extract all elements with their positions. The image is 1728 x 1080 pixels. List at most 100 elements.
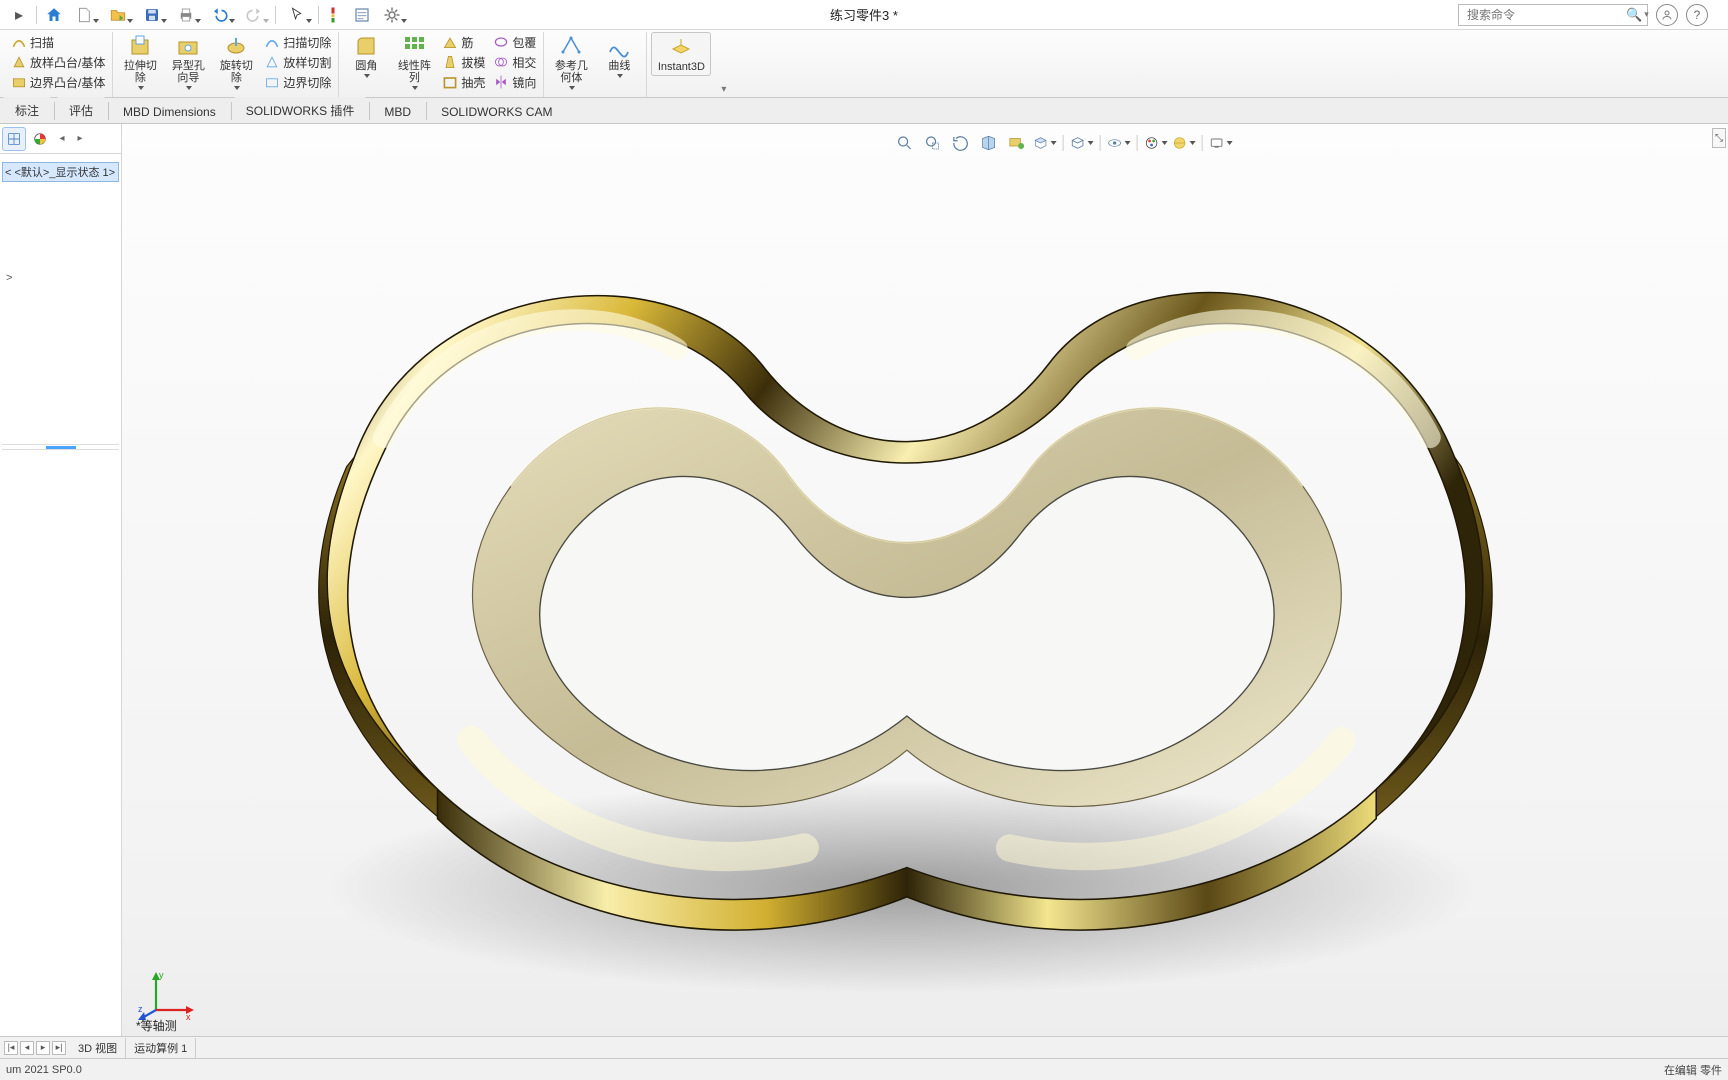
- loft-boss-label: 放样凸台/基体: [30, 54, 105, 71]
- options-gear-button[interactable]: [375, 3, 409, 27]
- draft-button[interactable]: 拔模: [439, 53, 488, 72]
- sweep-cut-button[interactable]: 扫描切除: [261, 33, 334, 52]
- collapse-panel-button[interactable]: ⤡: [1712, 128, 1726, 148]
- cut-extrude-button[interactable]: 拉伸切除: [117, 32, 163, 92]
- save-button[interactable]: [135, 3, 169, 27]
- home-button[interactable]: [41, 3, 67, 27]
- ref-geometry-button[interactable]: 参考几何体: [548, 32, 594, 92]
- intersect-button[interactable]: 相交: [490, 53, 539, 72]
- rebuild-button[interactable]: [323, 3, 349, 27]
- status-bar: um 2021 SP0.0 在编辑 零件: [0, 1058, 1728, 1080]
- sweep-label: 扫描: [30, 34, 54, 51]
- boundary-boss-label: 边界凸台/基体: [30, 74, 105, 91]
- tab-sw-cam[interactable]: SOLIDWORKS CAM: [428, 100, 565, 123]
- rib-button[interactable]: 筋: [439, 33, 476, 52]
- status-version: um 2021 SP0.0: [6, 1064, 82, 1076]
- redo-button[interactable]: [237, 3, 271, 27]
- feature-manager-panel: ◂ ▸ < <默认>_显示状态 1> >: [0, 124, 122, 1036]
- sweep-cut-label: 扫描切除: [283, 34, 331, 51]
- boundary-boss-button[interactable]: 边界凸台/基体: [8, 73, 108, 92]
- main-area: ◂ ▸ < <默认>_显示状态 1> > ⤡: [0, 124, 1728, 1036]
- ribbon-overflow-caret[interactable]: ▾: [715, 82, 732, 97]
- shell-button[interactable]: 抽壳: [439, 73, 488, 92]
- tab-evaluate[interactable]: 评估: [56, 97, 106, 123]
- wrap-button[interactable]: 包覆: [490, 33, 539, 52]
- separator: [54, 102, 55, 120]
- fillet-label: 圆角: [355, 60, 377, 72]
- curves-button[interactable]: 曲线: [596, 32, 642, 80]
- view-tab-next-icon[interactable]: ▸: [36, 1041, 50, 1055]
- tree-expand-caret[interactable]: >: [2, 272, 119, 284]
- tab-mbd[interactable]: MBD: [371, 100, 424, 123]
- boundary-cut-button[interactable]: 边界切除: [261, 73, 334, 92]
- view-tab-last-icon[interactable]: ▸|: [52, 1041, 66, 1055]
- revolve-cut-button[interactable]: 旋转切除: [213, 32, 259, 92]
- search-icon[interactable]: 🔍: [1626, 7, 1642, 23]
- feature-tree-body[interactable]: < <默认>_显示状态 1> >: [0, 154, 121, 1036]
- select-tool-button[interactable]: [280, 3, 314, 27]
- svg-text:z: z: [138, 1004, 143, 1014]
- panel-splitter[interactable]: [2, 444, 119, 450]
- orientation-triad-icon[interactable]: y x z: [136, 962, 196, 1022]
- separator: [426, 102, 427, 120]
- mirror-button[interactable]: 镜向: [490, 73, 539, 92]
- quick-access-toolbar: ▸: [0, 0, 1728, 30]
- rib-label: 筋: [461, 34, 473, 51]
- instant3d-button[interactable]: Instant3D: [651, 32, 711, 76]
- view-tab-prev-icon[interactable]: ◂: [20, 1041, 34, 1055]
- command-manager-tabs: 标注 评估 MBD Dimensions SOLIDWORKS 插件 MBD S…: [0, 98, 1728, 124]
- cut-extrude-label: 拉伸切除: [119, 60, 161, 84]
- ribbon-features: 扫描 放样凸台/基体 边界凸台/基体 拉伸切除 异型孔向导 旋转切除: [0, 30, 1728, 98]
- undo-button[interactable]: [203, 3, 237, 27]
- panel-nav-left[interactable]: ◂: [54, 127, 70, 151]
- view-tab-motion-study[interactable]: 运动算例 1: [126, 1038, 196, 1058]
- loft-boss-button[interactable]: 放样凸台/基体: [8, 53, 108, 72]
- tab-annotate[interactable]: 标注: [2, 97, 52, 123]
- new-document-button[interactable]: [67, 3, 101, 27]
- svg-text:y: y: [159, 970, 164, 980]
- print-button[interactable]: [169, 3, 203, 27]
- viewport-orientation-label: *等轴测: [136, 1017, 177, 1034]
- graphics-viewport[interactable]: ⤡: [122, 124, 1728, 1036]
- ribbon-group-boss: 扫描 放样凸台/基体 边界凸台/基体: [4, 32, 113, 97]
- feature-manager-tab-bar: ◂ ▸: [0, 124, 121, 154]
- hole-wizard-button[interactable]: 异型孔向导: [165, 32, 211, 92]
- search-input[interactable]: [1467, 8, 1622, 22]
- separator: [231, 102, 232, 120]
- appearance-tab[interactable]: [28, 127, 52, 151]
- svg-text:x: x: [186, 1012, 191, 1022]
- draft-label: 拔模: [461, 54, 485, 71]
- shell-label: 抽壳: [461, 74, 485, 91]
- separator: [36, 6, 37, 24]
- boundary-cut-label: 边界切除: [283, 74, 331, 91]
- separator: [369, 102, 370, 120]
- menu-caret-button[interactable]: ▸: [6, 3, 32, 27]
- fillet-button[interactable]: 圆角: [343, 32, 389, 80]
- open-document-button[interactable]: [101, 3, 135, 27]
- document-properties-button[interactable]: [349, 3, 375, 27]
- help-button[interactable]: ?: [1686, 4, 1708, 26]
- view-tab-3d[interactable]: 3D 视图: [70, 1038, 126, 1058]
- search-command-box[interactable]: 🔍 ▾: [1458, 4, 1648, 26]
- tab-sw-addins[interactable]: SOLIDWORKS 插件: [233, 97, 368, 123]
- revolve-cut-label: 旋转切除: [215, 60, 257, 84]
- loft-cut-button[interactable]: 放样切割: [261, 53, 334, 72]
- tab-mbd-dimensions[interactable]: MBD Dimensions: [110, 100, 229, 123]
- instant3d-label: Instant3D: [658, 61, 705, 73]
- linear-pattern-button[interactable]: 线性阵列: [391, 32, 437, 92]
- linear-pattern-label: 线性阵列: [393, 60, 435, 84]
- display-state-row[interactable]: < <默认>_显示状态 1>: [2, 162, 119, 182]
- curves-label: 曲线: [608, 60, 630, 72]
- sweep-button[interactable]: 扫描: [8, 33, 57, 52]
- document-title: 练习零件3 *: [830, 5, 898, 24]
- ribbon-group-reference: 参考几何体 曲线: [544, 32, 647, 97]
- search-dropdown-caret[interactable]: ▾: [1644, 9, 1649, 20]
- view-tab-nav: |◂ ◂ ▸ ▸|: [0, 1041, 70, 1055]
- feature-tree-tab[interactable]: [2, 127, 26, 151]
- separator: [275, 6, 276, 24]
- ribbon-group-instant3d: Instant3D: [647, 32, 715, 97]
- view-tab-first-icon[interactable]: |◂: [4, 1041, 18, 1055]
- user-account-button[interactable]: [1656, 4, 1678, 26]
- panel-nav-right[interactable]: ▸: [72, 127, 88, 151]
- ribbon-group-cut: 拉伸切除 异型孔向导 旋转切除 扫描切除 放样切割 边界切除: [113, 32, 339, 97]
